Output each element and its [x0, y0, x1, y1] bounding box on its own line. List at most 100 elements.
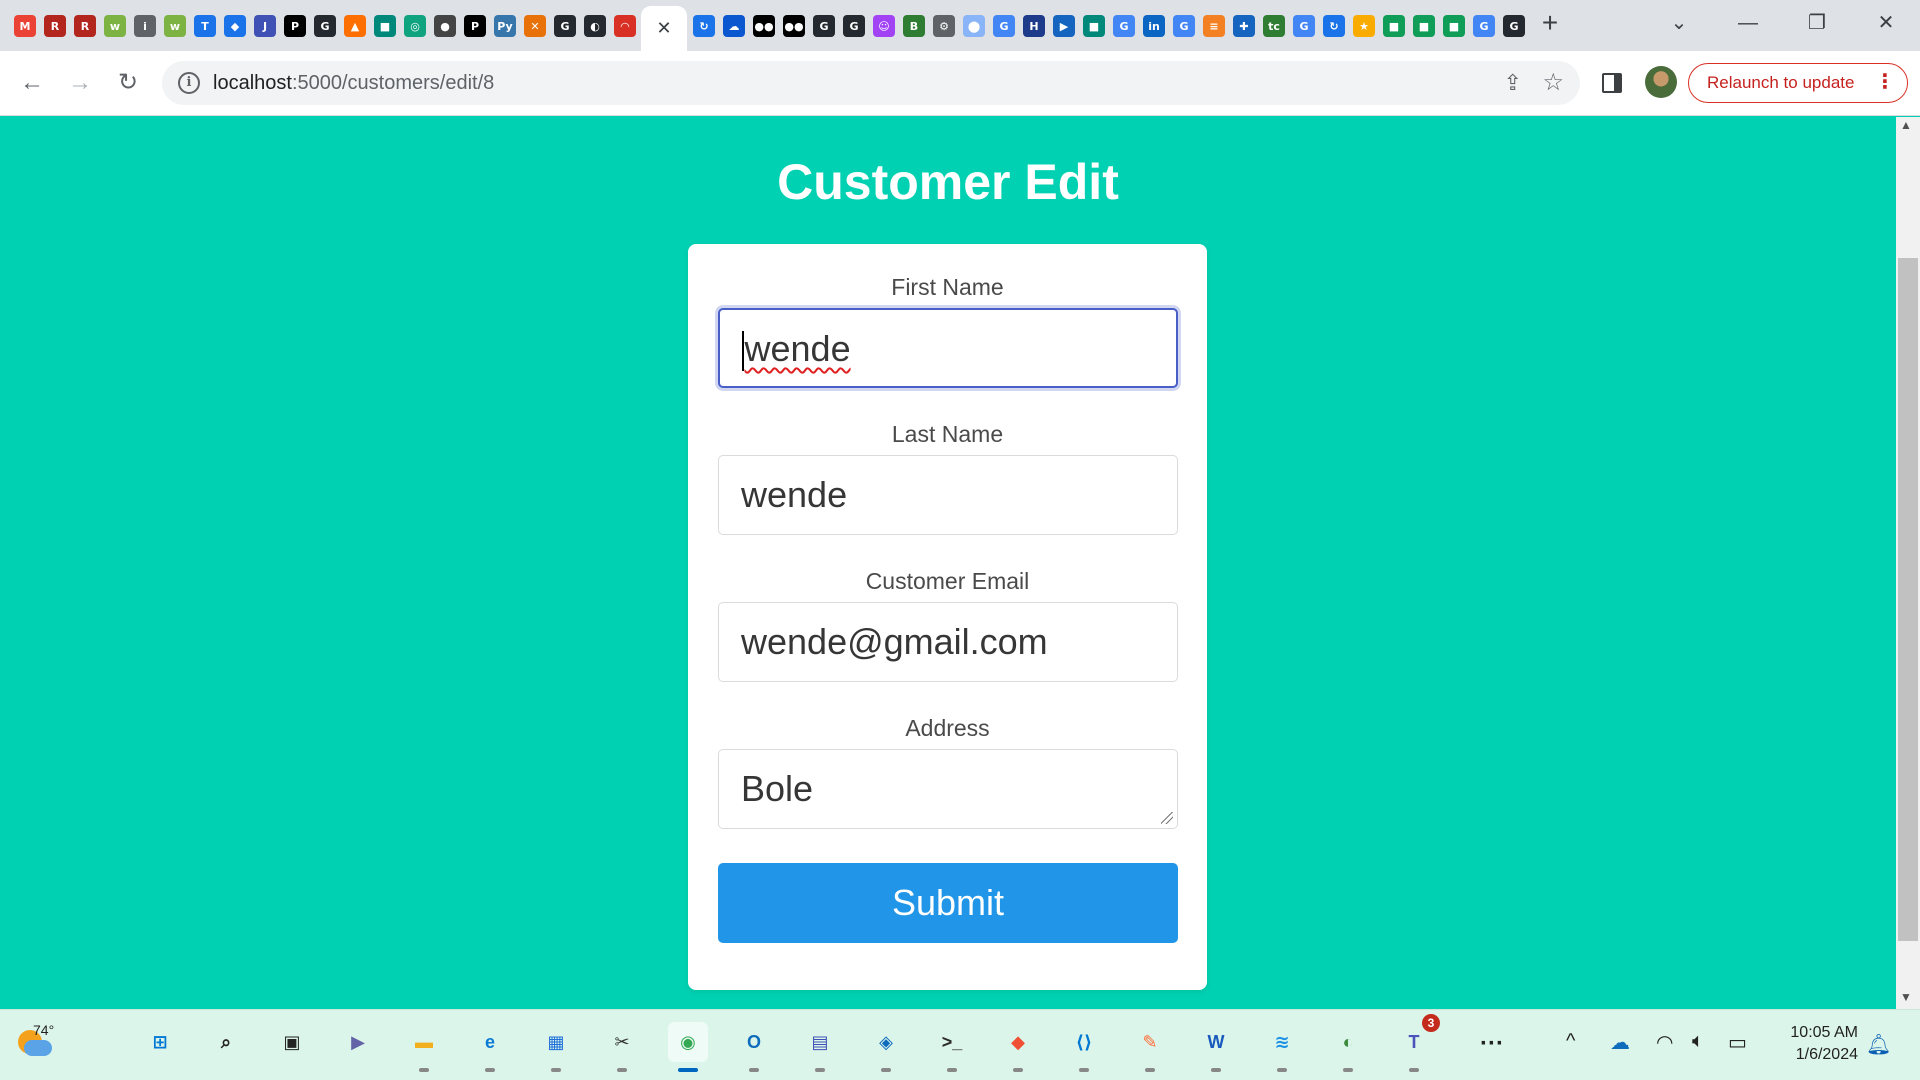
chatgpt-icon[interactable]: ◎: [404, 15, 426, 37]
show-hidden-icons-chevron[interactable]: ^: [1566, 1030, 1575, 1053]
active-tab[interactable]: ✕: [641, 6, 687, 51]
google-icon-5[interactable]: G: [1473, 15, 1495, 37]
sheets-icon-1[interactable]: ■: [1383, 15, 1405, 37]
volume-icon[interactable]: 🔈︎: [1692, 1030, 1704, 1053]
tab-icon-puzzle[interactable]: ✚: [1233, 15, 1255, 37]
search-icon[interactable]: ⌕: [206, 1022, 246, 1062]
tab-icon-star[interactable]: ★: [1353, 15, 1375, 37]
scrollbar-thumb[interactable]: [1898, 258, 1918, 941]
customer-email-input[interactable]: wende@gmail.com: [718, 602, 1178, 682]
tab-icon-loop-2[interactable]: ↻: [1323, 15, 1345, 37]
medium-icon-1[interactable]: ●●: [753, 15, 775, 37]
scroll-up-arrow-icon[interactable]: ▲: [1900, 118, 1912, 132]
minimize-icon[interactable]: —: [1733, 8, 1763, 38]
site-info-icon[interactable]: i: [178, 72, 200, 94]
sheets-icon-3[interactable]: ■: [1443, 15, 1465, 37]
github-icon-3[interactable]: G: [813, 15, 835, 37]
tab-icon-t[interactable]: T: [194, 15, 216, 37]
tab-icon-cloud[interactable]: ☁: [723, 15, 745, 37]
chrome-icon[interactable]: ◉: [668, 1022, 708, 1072]
address-textarea[interactable]: Bole: [718, 749, 1178, 829]
teams-chat-icon[interactable]: ▶: [338, 1022, 378, 1062]
tab-icon-globe[interactable]: ●: [434, 15, 456, 37]
tab-icon-bot[interactable]: ☺: [873, 15, 895, 37]
tab-icon-red-2[interactable]: R: [74, 15, 96, 37]
tab-icon-gear[interactable]: ⚙: [933, 15, 955, 37]
relaunch-button[interactable]: Relaunch to update ⋮: [1688, 63, 1908, 103]
tab-icon-b64[interactable]: B: [903, 15, 925, 37]
reload-icon[interactable]: ↻: [110, 65, 146, 101]
word-icon[interactable]: W: [1196, 1022, 1236, 1072]
store-icon[interactable]: ▦: [536, 1022, 576, 1072]
tab-icon-j2c[interactable]: J: [254, 15, 276, 37]
tab-icon-loop[interactable]: ↻: [693, 15, 715, 37]
meet-icon[interactable]: ■: [374, 15, 396, 37]
tab-icon-circle[interactable]: ◐: [584, 15, 606, 37]
gmail-icon[interactable]: M: [14, 15, 36, 37]
url-text[interactable]: localhost:5000/customers/edit/8: [213, 72, 494, 95]
tab-icon-red-1[interactable]: R: [44, 15, 66, 37]
meet-icon-2[interactable]: ■: [1083, 15, 1105, 37]
share-icon[interactable]: ⇪: [1504, 70, 1522, 96]
forward-arrow-icon[interactable]: →: [62, 65, 98, 101]
github-icon[interactable]: G: [314, 15, 336, 37]
stackoverflow-icon[interactable]: ≡: [1203, 15, 1225, 37]
sheets-icon-2[interactable]: ■: [1413, 15, 1435, 37]
terminal-icon[interactable]: >_: [932, 1022, 972, 1072]
tab-icon-x[interactable]: ✕: [524, 15, 546, 37]
mongodb-compass-icon[interactable]: ◐: [1328, 1022, 1368, 1072]
github-icon-4[interactable]: G: [843, 15, 865, 37]
tab-icon-orange[interactable]: ▲: [344, 15, 366, 37]
tab-icon-p[interactable]: P: [284, 15, 306, 37]
vscode-icon[interactable]: ⟨⟩: [1064, 1022, 1104, 1072]
google-icon-4[interactable]: G: [1293, 15, 1315, 37]
python-icon[interactable]: Py: [494, 15, 516, 37]
git-icon[interactable]: ◆: [998, 1022, 1038, 1072]
tab-icon-tc[interactable]: tc: [1263, 15, 1285, 37]
edge-icon[interactable]: e: [470, 1022, 510, 1072]
menu-dots-icon[interactable]: ⋮: [1875, 64, 1895, 101]
snipping-icon[interactable]: ✂: [602, 1022, 642, 1072]
file-explorer-icon[interactable]: ▬: [404, 1022, 444, 1072]
resize-handle-icon[interactable]: [1161, 812, 1173, 824]
google-icon-1[interactable]: G: [993, 15, 1015, 37]
restore-icon[interactable]: ❐: [1802, 8, 1832, 38]
first-name-input[interactable]: wende: [718, 308, 1178, 388]
task-view-icon[interactable]: ▣: [272, 1022, 312, 1062]
close-tab-icon[interactable]: ✕: [656, 18, 671, 39]
new-tab-button[interactable]: +: [1536, 9, 1564, 38]
bookmark-star-icon[interactable]: ☆: [1542, 68, 1564, 97]
tab-icon-hst[interactable]: H: [1023, 15, 1045, 37]
wifi-icon[interactable]: ◠: [1656, 1030, 1673, 1055]
linkedin-icon[interactable]: in: [1143, 15, 1165, 37]
onedrive-icon[interactable]: ☁: [1610, 1030, 1630, 1055]
tab-icon-green-2[interactable]: w: [164, 15, 186, 37]
google-icon-3[interactable]: G: [1173, 15, 1195, 37]
tab-icon-pin[interactable]: ⬤: [963, 15, 985, 37]
tab-icon-video[interactable]: ▶: [1053, 15, 1075, 37]
docker-icon[interactable]: ≋: [1262, 1022, 1302, 1072]
google-icon-2[interactable]: G: [1113, 15, 1135, 37]
network-icon[interactable]: ▤: [800, 1022, 840, 1072]
profile-avatar[interactable]: [1645, 66, 1677, 98]
system-clock[interactable]: 10:05 AM 1/6/2024: [1768, 1022, 1858, 1066]
address-bar[interactable]: i localhost:5000/customers/edit/8 ⇪ ☆: [162, 61, 1580, 105]
teams-icon[interactable]: T3: [1394, 1014, 1440, 1072]
defender-icon[interactable]: ◈: [866, 1022, 906, 1072]
more-apps-icon[interactable]: ···: [1480, 1030, 1504, 1058]
scroll-down-arrow-icon[interactable]: ▼: [1900, 990, 1912, 1004]
tab-icon-diamond[interactable]: ◆: [224, 15, 246, 37]
battery-icon[interactable]: ▭: [1728, 1030, 1747, 1055]
info-tab-icon[interactable]: i: [134, 15, 156, 37]
tab-icon-arc[interactable]: ◠: [614, 15, 636, 37]
notification-bell-icon[interactable]: 🔔︎: [1866, 1032, 1891, 1057]
outlook-icon[interactable]: O: [734, 1022, 774, 1072]
tab-search-icon[interactable]: ⌄: [1664, 8, 1694, 38]
github-icon-2[interactable]: G: [554, 15, 576, 37]
tab-icon-green-1[interactable]: w: [104, 15, 126, 37]
medium-icon-2[interactable]: ●●: [783, 15, 805, 37]
side-panel-icon[interactable]: [1602, 73, 1622, 93]
github-icon-5[interactable]: G: [1503, 15, 1525, 37]
back-arrow-icon[interactable]: ←: [14, 65, 50, 101]
tab-icon-p2[interactable]: P: [464, 15, 486, 37]
